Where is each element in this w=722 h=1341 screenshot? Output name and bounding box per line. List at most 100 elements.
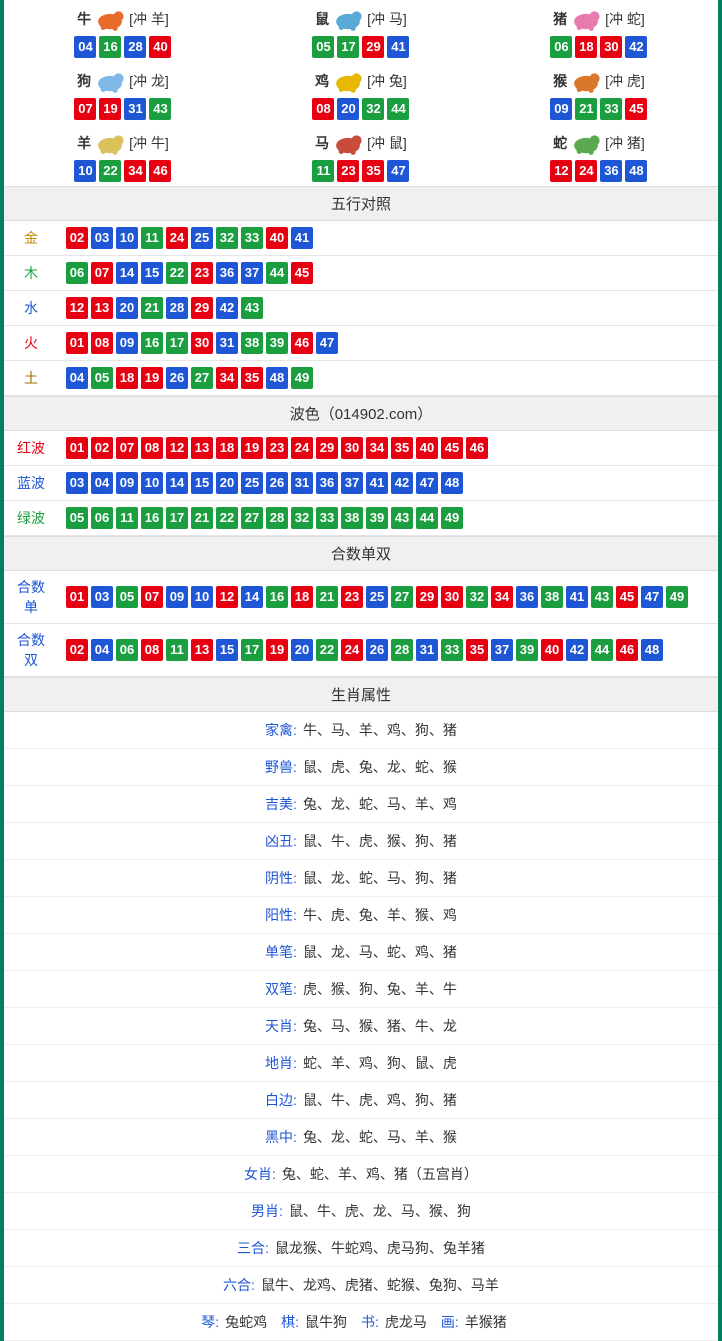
zodiac-balls: 10223446 <box>4 160 242 182</box>
number-ball: 03 <box>91 586 113 608</box>
zodiac-cell: 蛇[冲 猪]12243648 <box>480 124 718 186</box>
number-ball: 45 <box>291 262 313 284</box>
shuxing-row: 三合:鼠龙猴、牛蛇鸡、虎马狗、兔羊猪 <box>4 1230 718 1267</box>
zodiac-name: 马 <box>315 133 329 153</box>
section-bose-title: 波色（014902.com） <box>4 396 718 431</box>
number-ball: 36 <box>516 586 538 608</box>
bose-label: 绿波 <box>4 501 58 536</box>
shuxing-list: 家禽:牛、马、羊、鸡、狗、猪野兽:鼠、虎、兔、龙、蛇、猴吉美:兔、龙、蛇、马、羊… <box>4 712 718 1304</box>
number-ball: 25 <box>191 227 213 249</box>
number-ball: 28 <box>166 297 188 319</box>
zodiac-chong: [冲 虎] <box>605 71 645 91</box>
number-ball: 14 <box>166 472 188 494</box>
wuxing-label: 土 <box>4 361 58 396</box>
number-ball: 24 <box>166 227 188 249</box>
number-ball: 35 <box>391 437 413 459</box>
shuxing-label: 地肖: <box>265 1055 297 1071</box>
number-ball: 47 <box>316 332 338 354</box>
number-ball: 11 <box>312 160 334 182</box>
section-shuxing-title: 生肖属性 <box>4 677 718 712</box>
shuxing-label: 白边: <box>265 1092 297 1108</box>
number-ball: 07 <box>141 586 163 608</box>
zodiac-cell: 羊[冲 牛]10223446 <box>4 124 242 186</box>
zodiac-balls: 11233547 <box>242 160 480 182</box>
zodiac-name: 鼠 <box>315 9 329 29</box>
zodiac-name: 猪 <box>553 9 567 29</box>
zodiac-balls: 05172941 <box>242 36 480 58</box>
heshu-label: 合数双 <box>4 624 58 677</box>
number-ball: 42 <box>625 36 647 58</box>
number-ball: 38 <box>341 507 363 529</box>
shuxing-row: 双笔:虎、猴、狗、兔、羊、牛 <box>4 971 718 1008</box>
number-ball: 32 <box>216 227 238 249</box>
zodiac-cell: 猴[冲 虎]09213345 <box>480 62 718 124</box>
number-ball: 48 <box>625 160 647 182</box>
number-ball: 02 <box>91 437 113 459</box>
number-ball: 36 <box>316 472 338 494</box>
number-ball: 31 <box>216 332 238 354</box>
number-ball: 09 <box>116 332 138 354</box>
zodiac-icon <box>569 6 603 32</box>
zodiac-chong: [冲 鼠] <box>367 133 407 153</box>
shuxing-label: 凶丑: <box>265 833 297 849</box>
zodiac-name: 牛 <box>77 9 91 29</box>
footer-value: 羊猴猪 <box>465 1314 507 1330</box>
number-ball: 18 <box>291 586 313 608</box>
wuxing-table: 金02031011242532334041木060714152223363744… <box>4 221 718 396</box>
shuxing-row: 地肖:蛇、羊、鸡、狗、鼠、虎 <box>4 1045 718 1082</box>
number-ball: 41 <box>291 227 313 249</box>
number-ball: 16 <box>141 507 163 529</box>
number-ball: 10 <box>116 227 138 249</box>
shuxing-row: 凶丑:鼠、牛、虎、猴、狗、猪 <box>4 823 718 860</box>
number-ball: 04 <box>91 472 113 494</box>
number-ball: 44 <box>416 507 438 529</box>
zodiac-icon <box>93 6 127 32</box>
number-ball: 44 <box>387 98 409 120</box>
zodiac-name: 猴 <box>553 71 567 91</box>
wuxing-row: 水1213202128294243 <box>4 291 718 326</box>
shuxing-row: 家禽:牛、马、羊、鸡、狗、猪 <box>4 712 718 749</box>
zodiac-balls: 07193143 <box>4 98 242 120</box>
number-ball: 30 <box>600 36 622 58</box>
number-ball: 34 <box>124 160 146 182</box>
number-ball: 33 <box>316 507 338 529</box>
number-ball: 06 <box>66 262 88 284</box>
shuxing-label: 双笔: <box>265 981 297 997</box>
zodiac-icon <box>331 6 365 32</box>
number-ball: 48 <box>441 472 463 494</box>
zodiac-balls: 06183042 <box>480 36 718 58</box>
shuxing-value: 鼠、虎、兔、龙、蛇、猴 <box>303 759 457 775</box>
number-ball: 44 <box>591 639 613 661</box>
shuxing-row: 阳性:牛、虎、兔、羊、猴、鸡 <box>4 897 718 934</box>
number-ball: 05 <box>116 586 138 608</box>
number-ball: 07 <box>116 437 138 459</box>
number-ball: 19 <box>141 367 163 389</box>
number-ball: 06 <box>91 507 113 529</box>
number-ball: 08 <box>312 98 334 120</box>
number-ball: 11 <box>166 639 188 661</box>
page-wrap: 牛[冲 羊]04162840鼠[冲 马]05172941猪[冲 蛇]061830… <box>0 0 722 1341</box>
section-heshu-title: 合数单双 <box>4 536 718 571</box>
number-ball: 08 <box>141 437 163 459</box>
bose-label: 红波 <box>4 431 58 466</box>
bose-table: 红波0102070812131819232429303435404546蓝波03… <box>4 431 718 536</box>
number-ball: 26 <box>166 367 188 389</box>
zodiac-name: 鸡 <box>315 71 329 91</box>
number-ball: 43 <box>391 507 413 529</box>
number-ball: 27 <box>391 586 413 608</box>
shuxing-row: 吉美:兔、龙、蛇、马、羊、鸡 <box>4 786 718 823</box>
number-ball: 23 <box>191 262 213 284</box>
number-ball: 48 <box>641 639 663 661</box>
number-ball: 29 <box>316 437 338 459</box>
shuxing-row: 男肖:鼠、牛、虎、龙、马、猴、狗 <box>4 1193 718 1230</box>
number-ball: 04 <box>91 639 113 661</box>
zodiac-icon <box>331 130 365 156</box>
number-ball: 29 <box>191 297 213 319</box>
number-ball: 19 <box>266 639 288 661</box>
number-ball: 19 <box>99 98 121 120</box>
wuxing-row: 土04051819262734354849 <box>4 361 718 396</box>
number-ball: 29 <box>362 36 384 58</box>
number-ball: 17 <box>166 507 188 529</box>
heshu-row: 合数单0103050709101214161821232527293032343… <box>4 571 718 624</box>
number-ball: 08 <box>141 639 163 661</box>
